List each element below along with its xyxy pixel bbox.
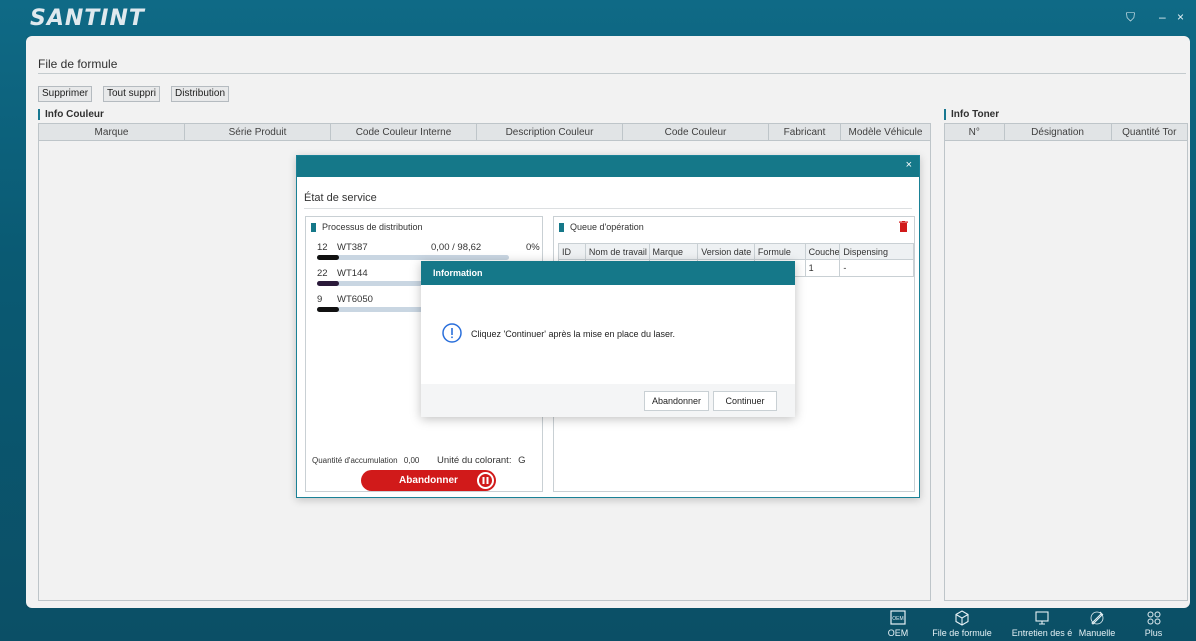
abandon-button[interactable]: Abandonner (644, 391, 710, 411)
colorant-code: WT387 (337, 242, 368, 253)
info-message: Cliquez 'Continuer' après la mise en pla… (471, 329, 676, 339)
unit-value: G (518, 455, 526, 466)
unit-label-text: Unité du colorant: (437, 455, 512, 466)
cell-layer: 1 (806, 260, 841, 276)
progress-knob (317, 255, 339, 260)
dock-more[interactable]: Plus (1116, 610, 1191, 638)
dialog-title: État de service (304, 192, 377, 204)
skin-icon[interactable]: ⛉ (1126, 10, 1135, 25)
progress-bar (317, 255, 509, 260)
abandon-dispense-button[interactable]: Abandonner (361, 470, 496, 491)
accumulation-label-text: Quantité d'accumulation (312, 456, 398, 465)
accumulation-label: Quantité d'accumulation 0,00 (312, 456, 419, 465)
title-bar: SANTINT ⛉ – × (0, 0, 1196, 34)
col-dispensing[interactable]: Dispensing (840, 244, 913, 259)
colorant-id: 9 (317, 294, 323, 305)
exclamation-icon (442, 323, 462, 346)
information-dialog: Information Cliquez 'Continuer' après la… (421, 261, 795, 417)
dock-label: File de formule (932, 628, 992, 638)
colorant-percent: 0% (526, 242, 540, 253)
progress-knob (317, 281, 339, 286)
colorant-amount: 0,00 / 98,62 (431, 242, 482, 253)
col-brand[interactable]: Marque (650, 244, 699, 259)
grid-icon (1116, 610, 1191, 628)
colorant-code: WT144 (337, 268, 368, 279)
info-dialog-body: Cliquez 'Continuer' après la mise en pla… (421, 285, 795, 384)
col-version-date[interactable]: Version date (698, 244, 755, 259)
trash-icon[interactable] (899, 221, 908, 235)
minimize-button[interactable]: – (1159, 10, 1166, 24)
dialog-header: × (297, 156, 919, 177)
colorant-id: 12 (317, 242, 328, 253)
dock-formula-file[interactable]: File de formule (922, 610, 1002, 638)
continue-button[interactable]: Continuer (713, 391, 777, 411)
accumulation-value: 0,00 (403, 456, 420, 465)
unit-label: Unité du colorant: G (437, 455, 526, 466)
dock-label: OEM (887, 628, 909, 638)
col-id[interactable]: ID (559, 244, 586, 259)
svg-text:OEM: OEM (892, 616, 903, 622)
queue-header: ID Nom de travail Marque Version date Fo… (558, 243, 914, 260)
app-logo: SANTINT (30, 6, 145, 31)
dock-label: Manuelle (1078, 628, 1116, 638)
pause-icon (477, 472, 494, 489)
info-dialog-footer: Abandonner Continuer (421, 384, 795, 417)
close-icon[interactable]: × (906, 159, 912, 171)
divider (304, 208, 912, 209)
col-layer[interactable]: Couche (806, 244, 841, 259)
process-title: Processus de distribution (311, 223, 423, 232)
cell-dispensing: - (843, 263, 847, 273)
info-dialog-title: Information (421, 261, 795, 285)
abandon-label: Abandonner (399, 475, 458, 486)
colorant-code: WT6050 (337, 294, 373, 305)
close-button[interactable]: × (1177, 10, 1184, 24)
queue-title: Queue d'opération (559, 223, 644, 232)
colorant-id: 22 (317, 268, 328, 279)
col-job-name[interactable]: Nom de travail (586, 244, 650, 259)
dock-label: Plus (1144, 628, 1163, 638)
progress-knob (317, 307, 339, 312)
cube-icon (922, 610, 1002, 628)
col-formula[interactable]: Formule (755, 244, 806, 259)
